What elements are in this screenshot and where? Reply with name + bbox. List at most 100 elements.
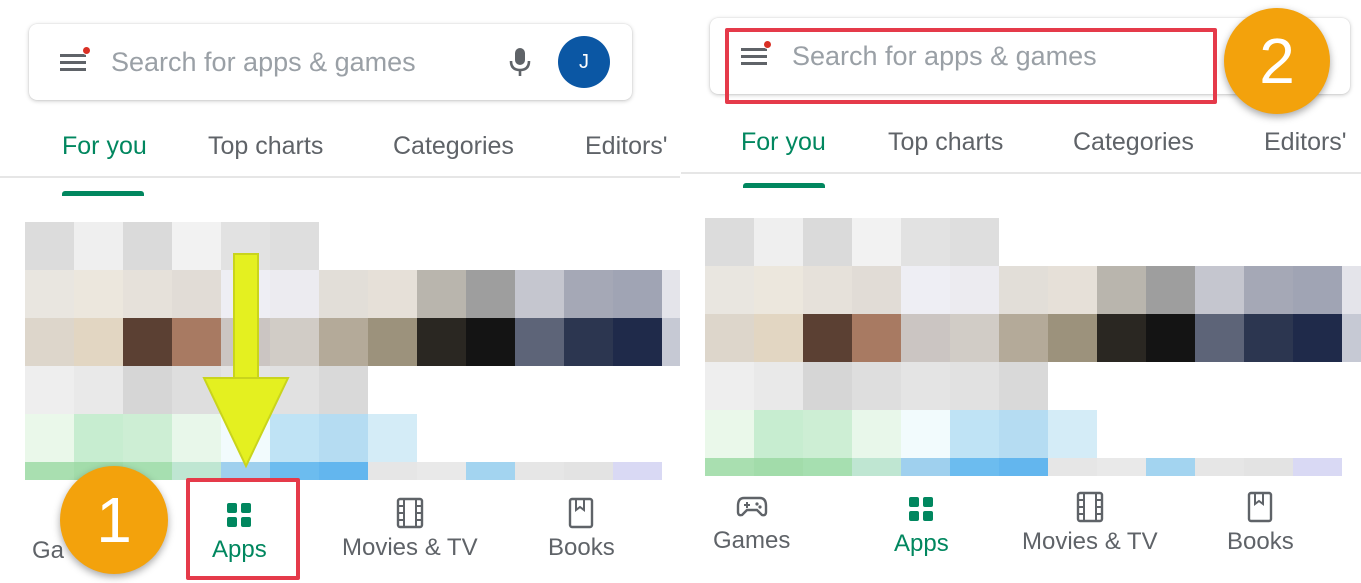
mosaic-block [662,318,680,366]
top-tabs: For you Top charts Categories Editors' [681,116,1361,188]
mosaic-block [1293,266,1342,314]
mosaic-block [705,362,754,410]
tab-for-you[interactable]: For you [741,128,826,157]
mosaic-block [950,218,999,266]
mosaic-block [852,314,901,362]
mosaic-block [515,270,564,318]
mosaic-block [1048,410,1097,458]
nav-item-books[interactable]: Books [548,496,615,562]
mosaic-block [754,314,803,362]
mosaic-block [754,218,803,266]
mosaic-block [368,462,417,480]
mosaic-block [613,270,662,318]
search-highlight-box [725,28,1217,104]
mosaic-block [74,414,123,462]
mosaic-block [1195,266,1244,314]
mosaic-block [1146,314,1195,362]
mosaic-block [25,318,74,366]
notification-dot [82,46,91,55]
menu-button[interactable] [53,42,93,82]
tab-editors-choice[interactable]: Editors' [1264,128,1347,157]
mosaic-block [999,266,1048,314]
mosaic-block [1048,314,1097,362]
tab-editors-choice[interactable]: Editors' [585,132,668,161]
tab-categories[interactable]: Categories [1073,128,1194,157]
mosaic-block [74,318,123,366]
mosaic-block [705,266,754,314]
mosaic-block [368,318,417,366]
tab-top-charts[interactable]: Top charts [208,132,323,161]
mosaic-block [852,362,901,410]
account-avatar[interactable]: J [558,36,610,88]
mosaic-block [25,414,74,462]
mosaic-block [564,462,613,480]
mosaic-block [901,266,950,314]
mosaic-block [950,314,999,362]
mosaic-block [754,410,803,458]
tab-categories[interactable]: Categories [393,132,514,161]
screenshot-panel-step-2: For you Top charts Categories Editors' G… [681,0,1361,583]
mosaic-block [662,270,680,318]
mosaic-block [1195,458,1244,476]
mosaic-block [368,414,417,462]
mosaic-block [123,222,172,270]
screenshot-panel-step-1: J For you Top charts Categories Editors'… [0,0,680,583]
mosaic-block [466,462,515,480]
mosaic-block [123,270,172,318]
apps-highlight-box [186,478,300,580]
mosaic-block [417,462,466,480]
mosaic-block [1342,458,1361,476]
mosaic-block [901,218,950,266]
mosaic-block [613,318,662,366]
mosaic-block [25,222,74,270]
mosaic-block [950,266,999,314]
mosaic-block [901,410,950,458]
search-bar[interactable]: J [29,24,632,100]
mosaic-block [950,362,999,410]
nav-label-books: Books [548,534,615,561]
mosaic-block [1293,458,1342,476]
mosaic-block [803,314,852,362]
active-tab-indicator [62,191,144,196]
mosaic-block [319,270,368,318]
mosaic-block [25,366,74,414]
apps-grid-icon [909,497,934,521]
mosaic-block [368,270,417,318]
mosaic-block [1293,314,1342,362]
bookmark-book-icon [1248,491,1273,523]
mosaic-block [123,366,172,414]
mosaic-block [74,270,123,318]
nav-label-apps: Apps [894,530,949,557]
mosaic-block [515,462,564,480]
search-input[interactable] [111,46,500,78]
nav-item-movies-tv[interactable]: Movies & TV [342,496,478,562]
step-badge-1: 1 [60,466,168,574]
mosaic-block [1342,314,1361,362]
voice-search-button[interactable] [500,42,540,82]
yellow-arrow-icon [202,253,290,469]
tab-top-charts[interactable]: Top charts [888,128,1003,157]
mosaic-block [999,458,1048,476]
mosaic-block [1146,458,1195,476]
mosaic-block [950,458,999,476]
mosaic-block [417,270,466,318]
tab-for-you[interactable]: For you [62,132,147,161]
nav-label-movies-tv: Movies & TV [342,534,478,561]
mosaic-block [1097,314,1146,362]
nav-item-books[interactable]: Books [1227,490,1294,556]
nav-item-movies-tv[interactable]: Movies & TV [1022,490,1158,556]
mosaic-block [1244,458,1293,476]
nav-item-apps[interactable]: Apps [894,492,949,558]
mosaic-block [466,270,515,318]
mosaic-block [1048,458,1097,476]
mosaic-block [705,458,754,476]
nav-item-games[interactable]: Games [713,489,790,555]
gamepad-icon [736,496,767,517]
nav-label-movies-tv: Movies & TV [1022,528,1158,555]
mosaic-block [754,362,803,410]
mosaic-block [803,410,852,458]
mosaic-block [1244,314,1293,362]
mosaic-block [705,314,754,362]
mosaic-block [319,462,368,480]
bookmark-book-icon [569,497,594,529]
